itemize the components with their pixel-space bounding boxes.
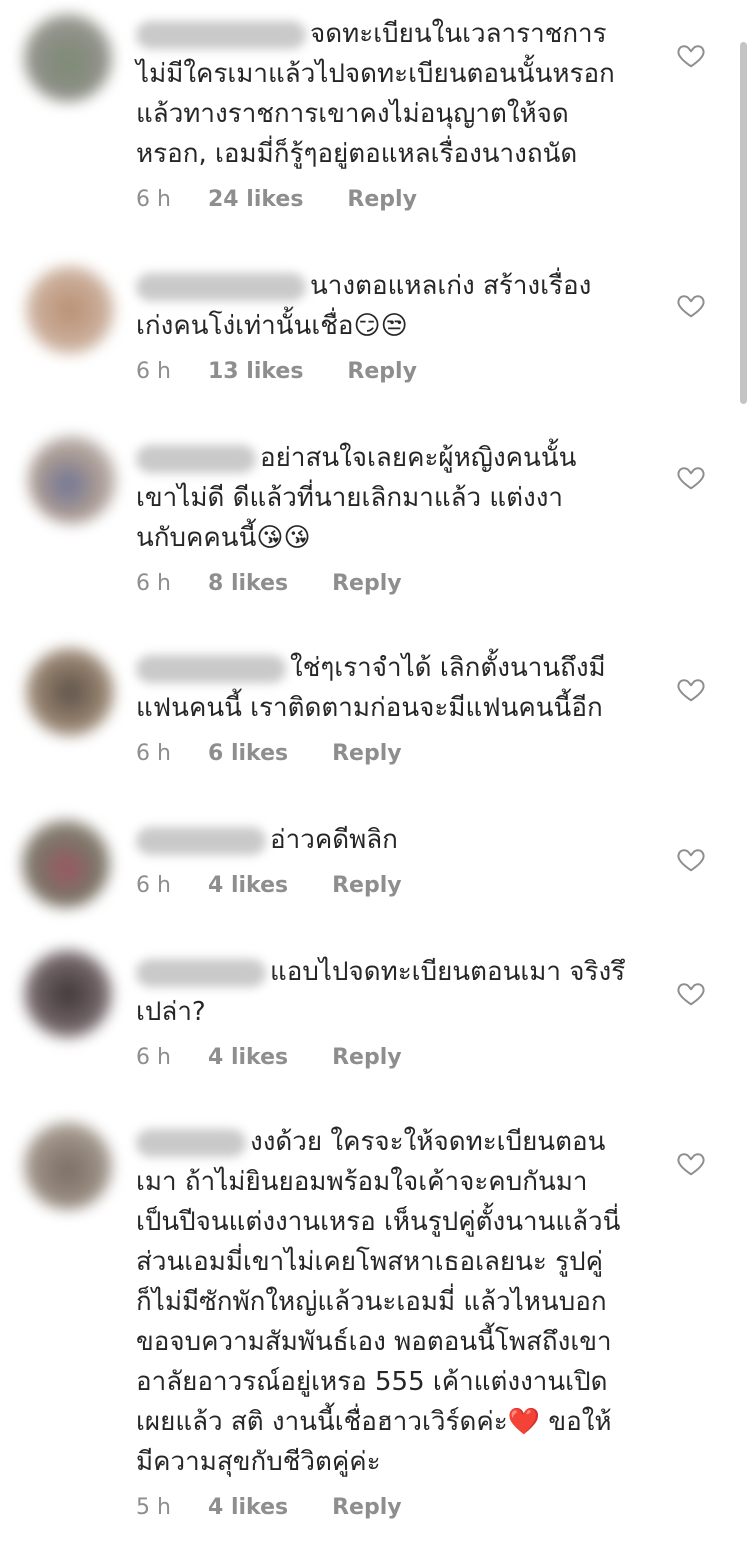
likes-count[interactable]: 24 likes [208, 186, 303, 214]
reply-button[interactable]: Reply [332, 570, 402, 598]
avatar[interactable] [22, 820, 110, 908]
avatar[interactable] [24, 14, 112, 102]
like-heart-icon[interactable] [676, 674, 706, 704]
comment-meta: 6 h 4 likes Reply [136, 872, 661, 900]
comment-text: นางตอแหลเก่ง สร้างเรื่อง เก่งคนโง่เท่านั… [136, 271, 592, 341]
comment-time: 6 h [136, 1045, 171, 1070]
likes-count[interactable]: 4 likes [208, 872, 288, 900]
avatar[interactable] [24, 1122, 112, 1210]
likes-count[interactable]: 8 likes [208, 570, 288, 598]
username[interactable] [136, 654, 286, 683]
comment-text: จดทะเบียนในเวลาราชการ ไม่มีใครเมาแล้วไปจ… [136, 19, 615, 169]
username[interactable] [136, 826, 266, 855]
like-heart-icon[interactable] [676, 40, 706, 70]
username[interactable] [136, 444, 256, 473]
reply-button[interactable]: Reply [332, 872, 402, 900]
scrollbar[interactable] [740, 42, 747, 404]
comment-time: 6 h [136, 187, 171, 212]
likes-count[interactable]: 4 likes [208, 1494, 288, 1522]
reply-button[interactable]: Reply [332, 740, 402, 768]
like-heart-icon[interactable] [676, 462, 706, 492]
comment-meta: 6 h 13 likes Reply [136, 358, 661, 386]
like-heart-icon[interactable] [676, 844, 706, 874]
emoji: 😘😘 [256, 523, 311, 553]
comment-text: ใช่ๆเราจำได้ เลิกตั้งนานถึงมี แฟนคนนี้ เ… [136, 653, 606, 723]
comment-time: 6 h [136, 571, 171, 596]
comment-meta: 6 h 4 likes Reply [136, 1044, 661, 1072]
comment-time: 6 h [136, 359, 171, 384]
comment-text: แอบไปจดทะเบียนตอนเมา จริงรึ เปล่า? [136, 957, 626, 1027]
username[interactable] [136, 958, 266, 987]
avatar[interactable] [26, 648, 114, 736]
username[interactable] [136, 1128, 246, 1157]
reply-button[interactable]: Reply [332, 1044, 402, 1072]
comment-meta: 6 h 6 likes Reply [136, 740, 661, 768]
username[interactable] [136, 272, 306, 301]
comment-time: 5 h [136, 1495, 171, 1520]
comment-meta: 5 h 4 likes Reply [136, 1494, 661, 1522]
reply-button[interactable]: Reply [347, 358, 417, 386]
likes-count[interactable]: 4 likes [208, 1044, 288, 1072]
reply-button[interactable]: Reply [347, 186, 417, 214]
username[interactable] [136, 20, 306, 49]
likes-count[interactable]: 6 likes [208, 740, 288, 768]
emoji: 😏😒 [353, 311, 408, 341]
comment-text: อ่าวคดีพลิก [136, 820, 661, 860]
avatar[interactable] [26, 266, 114, 354]
like-heart-icon[interactable] [676, 978, 706, 1008]
avatar[interactable] [28, 436, 116, 524]
like-heart-icon[interactable] [676, 1148, 706, 1178]
comment-text: งงด้วย ใครจะให้จดทะเบียนตอน เมา ถ้าไม่ยิ… [136, 1127, 621, 1477]
comment-text: อย่าสนใจเลยคะผู้หญิงคนนั้น เขาไม่ดี ดีแล… [136, 443, 577, 553]
comment-time: 6 h [136, 873, 171, 898]
reply-button[interactable]: Reply [332, 1494, 402, 1522]
likes-count[interactable]: 13 likes [208, 358, 303, 386]
comment-time: 6 h [136, 741, 171, 766]
comment-meta: 6 h 8 likes Reply [136, 570, 661, 598]
like-heart-icon[interactable] [676, 290, 706, 320]
avatar[interactable] [24, 950, 112, 1038]
comment-meta: 6 h 24 likes Reply [136, 186, 661, 214]
heart-emoji: ❤️ [507, 1407, 541, 1437]
